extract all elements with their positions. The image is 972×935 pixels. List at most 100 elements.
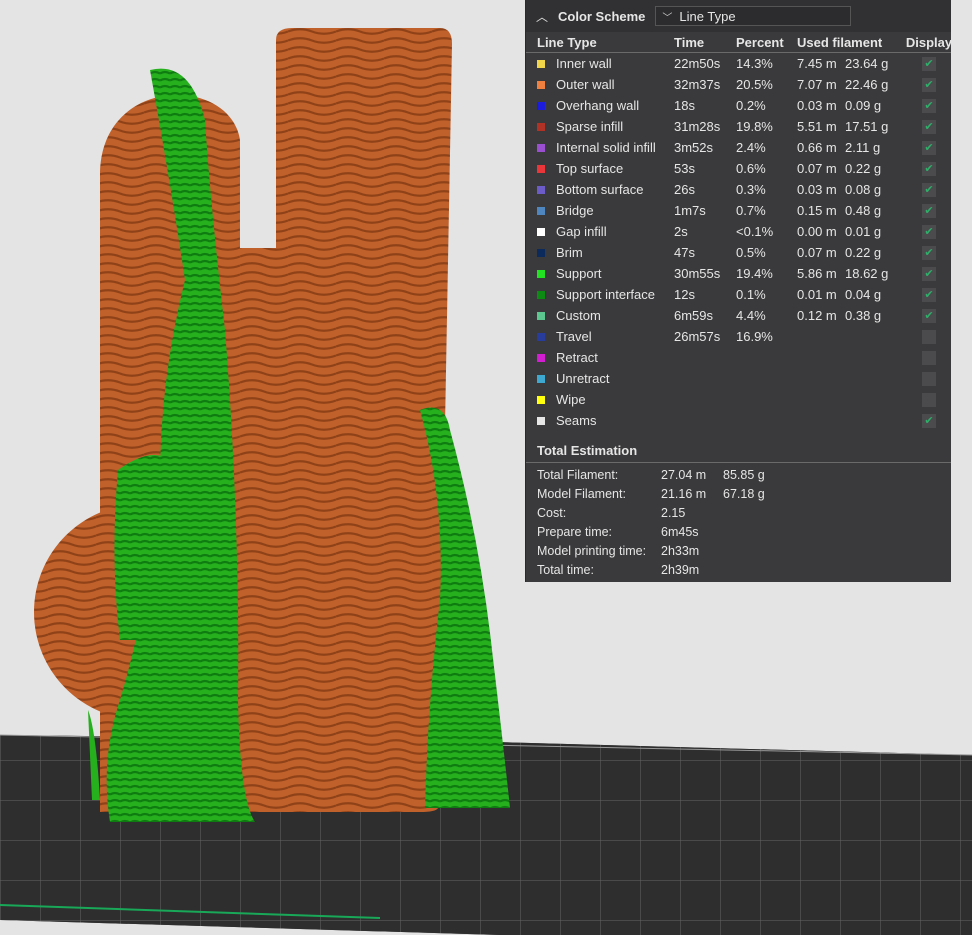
total-value-secondary: 85.85 g <box>723 467 765 482</box>
line-type-name: Inner wall <box>556 56 612 71</box>
line-type-time: 53s <box>674 161 695 176</box>
total-estimation-list: Total Filament: 27.04 m 85.85 g Model Filam… <box>526 463 951 579</box>
line-type-filament <box>797 350 909 365</box>
table-header: Line Type Time Percent Used filament Dis… <box>526 32 953 53</box>
line-type-percent: 4.4% <box>736 308 766 323</box>
line-type-name: Seams <box>556 413 597 428</box>
total-row: Cost: 2.15 <box>526 503 951 522</box>
line-type-row: Outer wall 32m37s 20.5% 7.07 m 22.46 g ✔ <box>526 74 951 95</box>
total-value: 2h33m <box>661 543 700 558</box>
line-type-name: Custom <box>556 308 601 323</box>
filament-length: 0.03 m <box>797 98 837 113</box>
display-checkbox[interactable]: ✔ <box>922 77 936 92</box>
display-checkbox[interactable]: ✔ <box>922 203 936 218</box>
display-checkbox[interactable]: ✔ <box>922 182 936 197</box>
total-row: Total time: 2h39m <box>526 560 951 579</box>
display-checkbox[interactable]: ✔ <box>922 98 936 113</box>
line-type-filament: 0.12 m 0.38 g <box>797 308 909 323</box>
line-type-time: 1m7s <box>674 203 706 218</box>
line-type-list: Inner wall 22m50s 14.3% 7.45 m 23.64 g ✔ Outer… <box>526 53 951 431</box>
display-checkbox[interactable]: ✔ <box>922 119 936 134</box>
line-type-filament: 5.86 m 18.62 g <box>797 266 909 281</box>
line-type-time: 3m52s <box>674 140 714 155</box>
total-row: Model printing time: 2h33m <box>526 541 951 560</box>
line-type-row: Unretract <box>526 368 951 389</box>
line-type-row: Wipe <box>526 389 951 410</box>
filament-weight: 0.38 g <box>845 308 882 323</box>
line-type-name: Internal solid infill <box>556 140 656 155</box>
display-checkbox[interactable] <box>922 329 936 344</box>
line-type-name: Wipe <box>556 392 586 407</box>
printed-model <box>34 28 452 812</box>
color-swatch <box>537 227 548 236</box>
line-type-name: Bottom surface <box>556 182 644 197</box>
display-checkbox[interactable] <box>922 350 936 365</box>
display-checkbox[interactable] <box>922 371 936 386</box>
display-checkbox[interactable]: ✔ <box>922 266 936 281</box>
total-label: Total time: <box>537 562 594 577</box>
header-used-filament: Used filament <box>797 34 883 50</box>
line-type-filament: 7.07 m 22.46 g <box>797 77 909 92</box>
color-swatch <box>537 311 548 320</box>
display-checkbox[interactable]: ✔ <box>922 161 936 176</box>
line-type-percent: <0.1% <box>736 224 774 239</box>
header-line-type: Line Type <box>537 34 597 50</box>
filament-weight: 22.46 g <box>845 77 889 92</box>
filament-weight: 23.64 g <box>845 56 889 71</box>
display-checkbox[interactable]: ✔ <box>922 140 936 155</box>
total-value: 2h39m <box>661 562 700 577</box>
filament-weight: 0.04 g <box>845 287 882 302</box>
line-type-time: 6m59s <box>674 308 714 323</box>
filament-length: 0.01 m <box>797 287 837 302</box>
display-checkbox[interactable]: ✔ <box>922 308 936 323</box>
line-type-percent: 0.1% <box>736 287 766 302</box>
filament-weight: 0.22 g <box>845 245 882 260</box>
collapse-caret-icon[interactable]: ︿ <box>536 8 554 25</box>
line-type-percent: 0.7% <box>736 203 766 218</box>
line-type-filament: 7.45 m 23.64 g <box>797 56 909 71</box>
color-swatch <box>537 80 548 89</box>
line-type-row: Seams ✔ <box>526 410 951 431</box>
line-type-name: Retract <box>556 350 598 365</box>
display-checkbox[interactable] <box>922 392 936 407</box>
line-type-filament: 5.51 m 17.51 g <box>797 119 909 134</box>
line-type-name: Support <box>556 266 602 281</box>
line-type-time: 47s <box>674 245 695 260</box>
line-type-name: Outer wall <box>556 77 615 92</box>
line-type-row: Custom 6m59s 4.4% 0.12 m 0.38 g ✔ <box>526 305 951 326</box>
display-checkbox[interactable]: ✔ <box>922 56 936 71</box>
filament-length: 0.12 m <box>797 308 837 323</box>
total-label: Model printing time: <box>537 543 647 558</box>
total-label: Total Filament: <box>537 467 619 482</box>
total-value: 21.16 m <box>661 486 707 501</box>
total-label: Model Filament: <box>537 486 626 501</box>
display-checkbox[interactable]: ✔ <box>922 413 936 428</box>
line-type-percent: 20.5% <box>736 77 773 92</box>
total-value-secondary: 67.18 g <box>723 486 765 501</box>
line-type-name: Unretract <box>556 371 610 386</box>
line-type-filament <box>797 413 909 428</box>
header-display: Display <box>905 34 953 50</box>
display-checkbox[interactable]: ✔ <box>922 287 936 302</box>
line-type-row: Gap infill 2s <0.1% 0.00 m 0.01 g ✔ <box>526 221 951 242</box>
line-type-name: Support interface <box>556 287 656 302</box>
line-type-percent: 0.5% <box>736 245 766 260</box>
display-checkbox[interactable]: ✔ <box>922 224 936 239</box>
total-label: Prepare time: <box>537 524 613 539</box>
line-type-percent: 16.9% <box>736 329 773 344</box>
total-estimation-title: Total Estimation <box>526 438 951 463</box>
color-scheme-select[interactable]: ﹀ Line Type <box>655 6 852 26</box>
filament-weight: 0.01 g <box>845 224 882 239</box>
line-type-filament <box>797 329 909 344</box>
line-type-percent: 19.8% <box>736 119 773 134</box>
filament-length: 0.66 m <box>797 140 837 155</box>
line-type-row: Inner wall 22m50s 14.3% 7.45 m 23.64 g ✔ <box>526 53 951 74</box>
line-type-time: 18s <box>674 98 695 113</box>
line-type-name: Brim <box>556 245 583 260</box>
display-checkbox[interactable]: ✔ <box>922 245 936 260</box>
color-scheme-panel: ︿ Color Scheme ﹀ Line Type Line Type Tim… <box>525 0 953 582</box>
filament-length: 7.07 m <box>797 77 837 92</box>
color-swatch <box>537 416 548 425</box>
filament-weight: 0.08 g <box>845 182 882 197</box>
line-type-row: Bottom surface 26s 0.3% 0.03 m 0.08 g ✔ <box>526 179 951 200</box>
